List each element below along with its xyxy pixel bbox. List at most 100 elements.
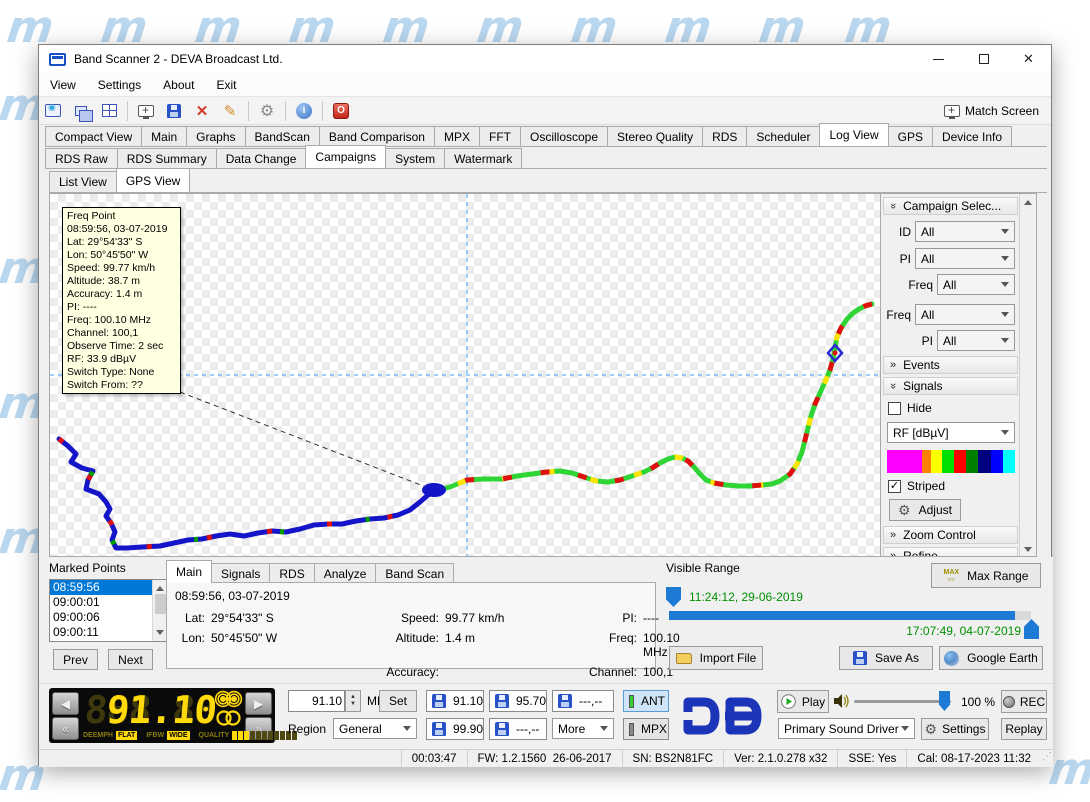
pi-filter-dropdown[interactable]: All <box>915 248 1015 269</box>
tab-rds[interactable]: RDS <box>702 126 747 146</box>
scrollbar-thumb[interactable] <box>155 594 166 614</box>
panel-scrollbar[interactable] <box>1019 194 1036 557</box>
preset-button-2[interactable]: 95.70 <box>489 690 547 712</box>
range-start-handle[interactable] <box>666 587 681 607</box>
freq-filter-dropdown[interactable]: All <box>915 304 1015 325</box>
striped-checkbox[interactable]: ✓ <box>888 480 901 493</box>
tune-up-button[interactable]: ▶ <box>245 692 272 715</box>
tab-compact-view[interactable]: Compact View <box>45 126 142 146</box>
list-item[interactable]: 09:00:06 <box>50 610 167 625</box>
adjust-button[interactable]: ⚙ Adjust <box>889 499 961 521</box>
tab-stereo-quality[interactable]: Stereo Quality <box>607 126 703 146</box>
tab-campaigns[interactable]: Campaigns <box>305 145 386 168</box>
marked-points-list[interactable]: 08:59:56 09:00:01 09:00:06 09:00:11 <box>49 579 168 642</box>
delete-button[interactable]: ✕ <box>190 100 214 122</box>
max-range-button[interactable]: MAX⇔ Max Range <box>931 563 1041 588</box>
save-button[interactable] <box>162 100 186 122</box>
menu-settings[interactable]: Settings <box>87 73 152 96</box>
minimize-button[interactable] <box>916 45 961 73</box>
list-item[interactable]: 09:00:11 <box>50 625 167 640</box>
sound-driver-dropdown[interactable]: Primary Sound Driver <box>778 718 915 739</box>
tab-watermark[interactable]: Watermark <box>444 148 522 168</box>
preset-button-5[interactable]: ---,-- <box>489 718 547 740</box>
tab-data-change[interactable]: Data Change <box>216 148 307 168</box>
preset-button-3[interactable]: ---,-- <box>552 690 614 712</box>
maximize-button[interactable] <box>961 45 1006 73</box>
tab-fft[interactable]: FFT <box>479 126 521 146</box>
resize-grip[interactable] <box>1041 750 1053 767</box>
play-button[interactable]: Play <box>777 690 829 713</box>
tab-bandscan[interactable]: BandScan <box>245 126 320 146</box>
tab-detail-main[interactable]: Main <box>166 560 212 583</box>
list-scrollbar[interactable] <box>152 580 167 641</box>
menu-exit[interactable]: Exit <box>206 73 248 96</box>
tab-detail-analyze[interactable]: Analyze <box>314 563 377 583</box>
gps-map[interactable]: Freq Point 08:59:56, 03-07-2019 Lat: 29°… <box>49 193 1037 557</box>
range-track[interactable] <box>669 611 1031 620</box>
signal-metric-dropdown[interactable]: RF [dBµV] <box>887 422 1015 443</box>
zoom-control-header[interactable]: » Zoom Control <box>883 526 1018 544</box>
replay-button[interactable]: Replay <box>1001 718 1047 740</box>
selected-point-marker[interactable] <box>422 483 446 497</box>
tab-scheduler[interactable]: Scheduler <box>746 126 820 146</box>
tab-graphs[interactable]: Graphs <box>186 126 245 146</box>
set-button[interactable]: Set <box>379 690 417 712</box>
match-screen-button[interactable]: Match Screen <box>940 102 1043 120</box>
edit-button[interactable]: ✎ <box>218 100 242 122</box>
tile-windows-button[interactable] <box>97 100 121 122</box>
more-presets-dropdown[interactable]: More <box>552 718 614 739</box>
tab-oscilloscope[interactable]: Oscilloscope <box>520 126 608 146</box>
tab-mpx[interactable]: MPX <box>434 126 480 146</box>
freq-sub-dropdown[interactable]: All <box>937 274 1015 295</box>
id-filter-dropdown[interactable]: All <box>915 221 1015 242</box>
tab-system[interactable]: System <box>385 148 445 168</box>
tab-detail-signals[interactable]: Signals <box>211 563 270 583</box>
tab-band-comparison[interactable]: Band Comparison <box>319 126 435 146</box>
mpx-toggle-button[interactable]: MPX <box>623 718 669 740</box>
tune-down-button[interactable]: ◀ <box>52 692 79 715</box>
import-file-button[interactable]: Import File <box>669 646 763 670</box>
tab-detail-bandscan[interactable]: Band Scan <box>375 563 454 583</box>
seek-down-button[interactable]: « <box>52 717 79 740</box>
tab-detail-rds[interactable]: RDS <box>269 563 314 583</box>
next-button[interactable]: Next <box>108 649 153 670</box>
tab-rds-raw[interactable]: RDS Raw <box>45 148 118 168</box>
view-window-button[interactable] <box>41 100 65 122</box>
tab-device-info[interactable]: Device Info <box>932 126 1012 146</box>
volume-slider-track[interactable] <box>854 700 951 703</box>
tab-gps[interactable]: GPS <box>888 126 933 146</box>
cascade-windows-button[interactable] <box>69 100 93 122</box>
close-button[interactable]: ✕ <box>1006 45 1051 73</box>
preset-button-4[interactable]: 99.90 <box>426 718 484 740</box>
preset-button-1[interactable]: 91.10 <box>426 690 484 712</box>
menu-about[interactable]: About <box>152 73 205 96</box>
frequency-input[interactable]: 91.10 <box>288 690 345 712</box>
ant-toggle-button[interactable]: ANT <box>623 690 669 712</box>
google-earth-button[interactable]: Google Earth <box>939 646 1043 670</box>
save-as-button[interactable]: Save As <box>839 646 933 670</box>
tab-rds-summary[interactable]: RDS Summary <box>117 148 217 168</box>
region-dropdown[interactable]: General <box>333 718 417 739</box>
tab-main[interactable]: Main <box>141 126 187 146</box>
info-button[interactable]: i <box>292 100 316 122</box>
refine-header[interactable]: » Refine <box>883 547 1018 557</box>
range-end-handle[interactable] <box>1024 619 1039 639</box>
campaign-selection-header[interactable]: » Campaign Selec... <box>883 197 1018 215</box>
list-item[interactable]: 08:59:56 <box>50 580 167 595</box>
volume-slider-handle[interactable] <box>939 691 950 711</box>
rec-button[interactable]: REC <box>1001 690 1047 713</box>
hide-checkbox[interactable] <box>888 402 901 415</box>
tab-list-view[interactable]: List View <box>49 171 117 192</box>
settings-button[interactable]: ⚙ Settings <box>921 718 989 740</box>
events-header[interactable]: » Events <box>883 356 1018 374</box>
signals-header[interactable]: » Signals <box>883 377 1018 395</box>
list-item[interactable]: 09:00:01 <box>50 595 167 610</box>
pi-sub-dropdown[interactable]: All <box>937 330 1015 351</box>
settings-toolbar-button[interactable]: ⚙ <box>255 100 279 122</box>
screen-layout-button[interactable] <box>134 100 158 122</box>
tab-gps-view[interactable]: GPS View <box>116 168 190 192</box>
frequency-stepper[interactable]: ▲▼ <box>345 690 361 712</box>
tab-log-view[interactable]: Log View <box>819 123 888 146</box>
prev-button[interactable]: Prev <box>53 649 98 670</box>
menu-view[interactable]: View <box>39 73 87 96</box>
